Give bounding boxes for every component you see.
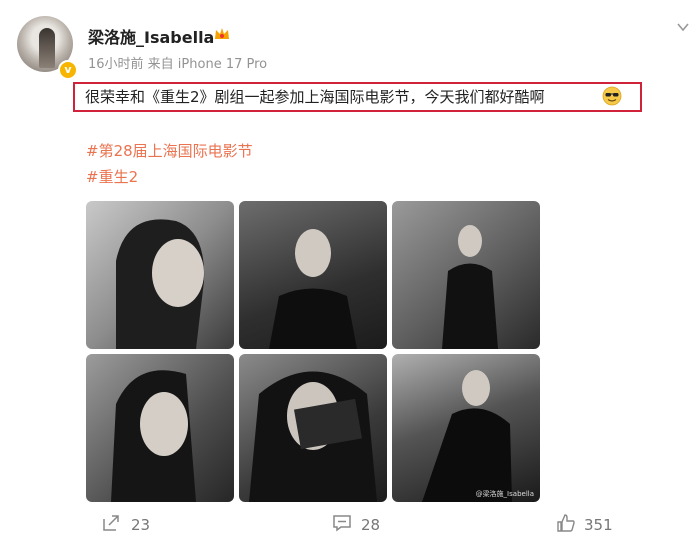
photo-5[interactable] [239, 354, 387, 502]
like-count[interactable]: 351 [584, 516, 613, 534]
photo-watermark: @梁洛施_Isabella [475, 490, 534, 498]
hashtag-festival[interactable]: #第28届上海国际电影节 [86, 140, 253, 161]
verified-badge: v [58, 60, 78, 80]
photo-2[interactable] [239, 201, 387, 349]
post-meta: 16小时前 来自 iPhone 17 Pro [88, 57, 268, 72]
portrait-silhouette [422, 370, 512, 502]
post-text: 很荣幸和《重生2》剧组一起参加上海国际电影节，今天我们都好酷啊 [85, 88, 545, 106]
portrait-silhouette [269, 229, 357, 349]
sunglasses-emoji-icon [602, 86, 622, 106]
photo-4[interactable] [86, 354, 234, 502]
comment-count[interactable]: 28 [361, 516, 380, 534]
repost-count[interactable]: 23 [131, 516, 150, 534]
username[interactable]: 梁洛施_Isabella [88, 24, 214, 48]
crown-icon [215, 28, 229, 39]
portrait-silhouette [249, 371, 377, 502]
hashtag-rebirth[interactable]: #重生2 [86, 166, 138, 187]
comment-icon[interactable] [332, 513, 352, 533]
portrait-silhouette [116, 219, 205, 349]
photo-3[interactable] [392, 201, 540, 349]
photo-1[interactable] [86, 201, 234, 349]
like-icon[interactable] [556, 513, 576, 533]
avatar-figure [39, 28, 55, 68]
photo-6[interactable]: @梁洛施_Isabella [392, 354, 540, 502]
portrait-silhouette [111, 370, 196, 502]
portrait-silhouette [442, 225, 498, 349]
chevron-down-icon[interactable] [676, 20, 690, 34]
repost-icon[interactable] [101, 513, 121, 533]
